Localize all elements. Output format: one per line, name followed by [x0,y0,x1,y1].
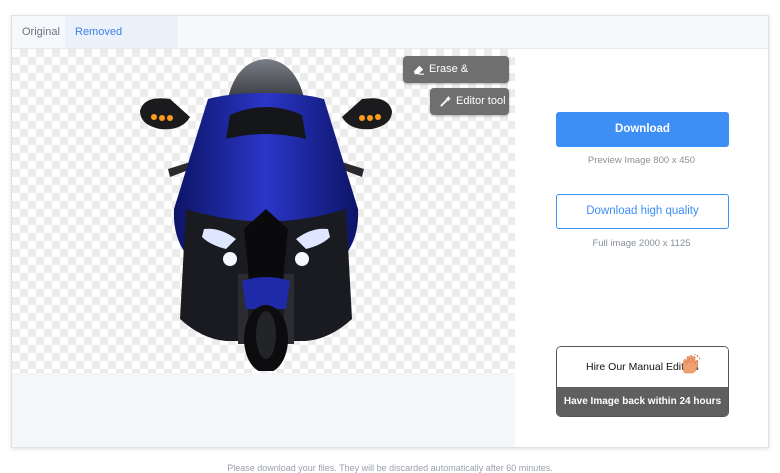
hire-editors-subtitle: Have Image back within 24 hours [557,387,728,416]
motorcycle-image [140,59,392,371]
preview-image-size: Preview Image 800 x 450 [587,155,696,166]
download-high-quality-button[interactable]: Download high quality [556,194,729,229]
tab-bar: Original Removed Background [12,16,768,70]
download-button[interactable]: Download [556,112,729,147]
editor-frame: Original Removed Background [11,15,769,448]
discard-notice: Please download your files. They will be… [227,463,553,473]
tab-original[interactable]: Original [12,16,65,48]
editor-tool-label: Editor tool [456,95,506,107]
download-panel: Download Preview Image 800 x 450 Downloa… [515,49,768,447]
hand-icon [682,354,701,374]
full-image-size: Full image 2000 x 1125 [592,238,691,249]
hire-editors-card[interactable]: Hire Our Manual Editors Have Image back … [556,346,729,417]
canvas-footer-area [12,373,515,447]
erase-restore-button[interactable]: Erase & Restore [403,56,509,102]
hire-editors-title-row: Hire Our Manual Editors [557,347,728,387]
magic-wand-icon [440,95,452,107]
eraser-icon [413,65,425,75]
editor-tool-button[interactable]: Editor tool [430,88,509,115]
tab-removed-background[interactable]: Removed Background [65,16,178,70]
